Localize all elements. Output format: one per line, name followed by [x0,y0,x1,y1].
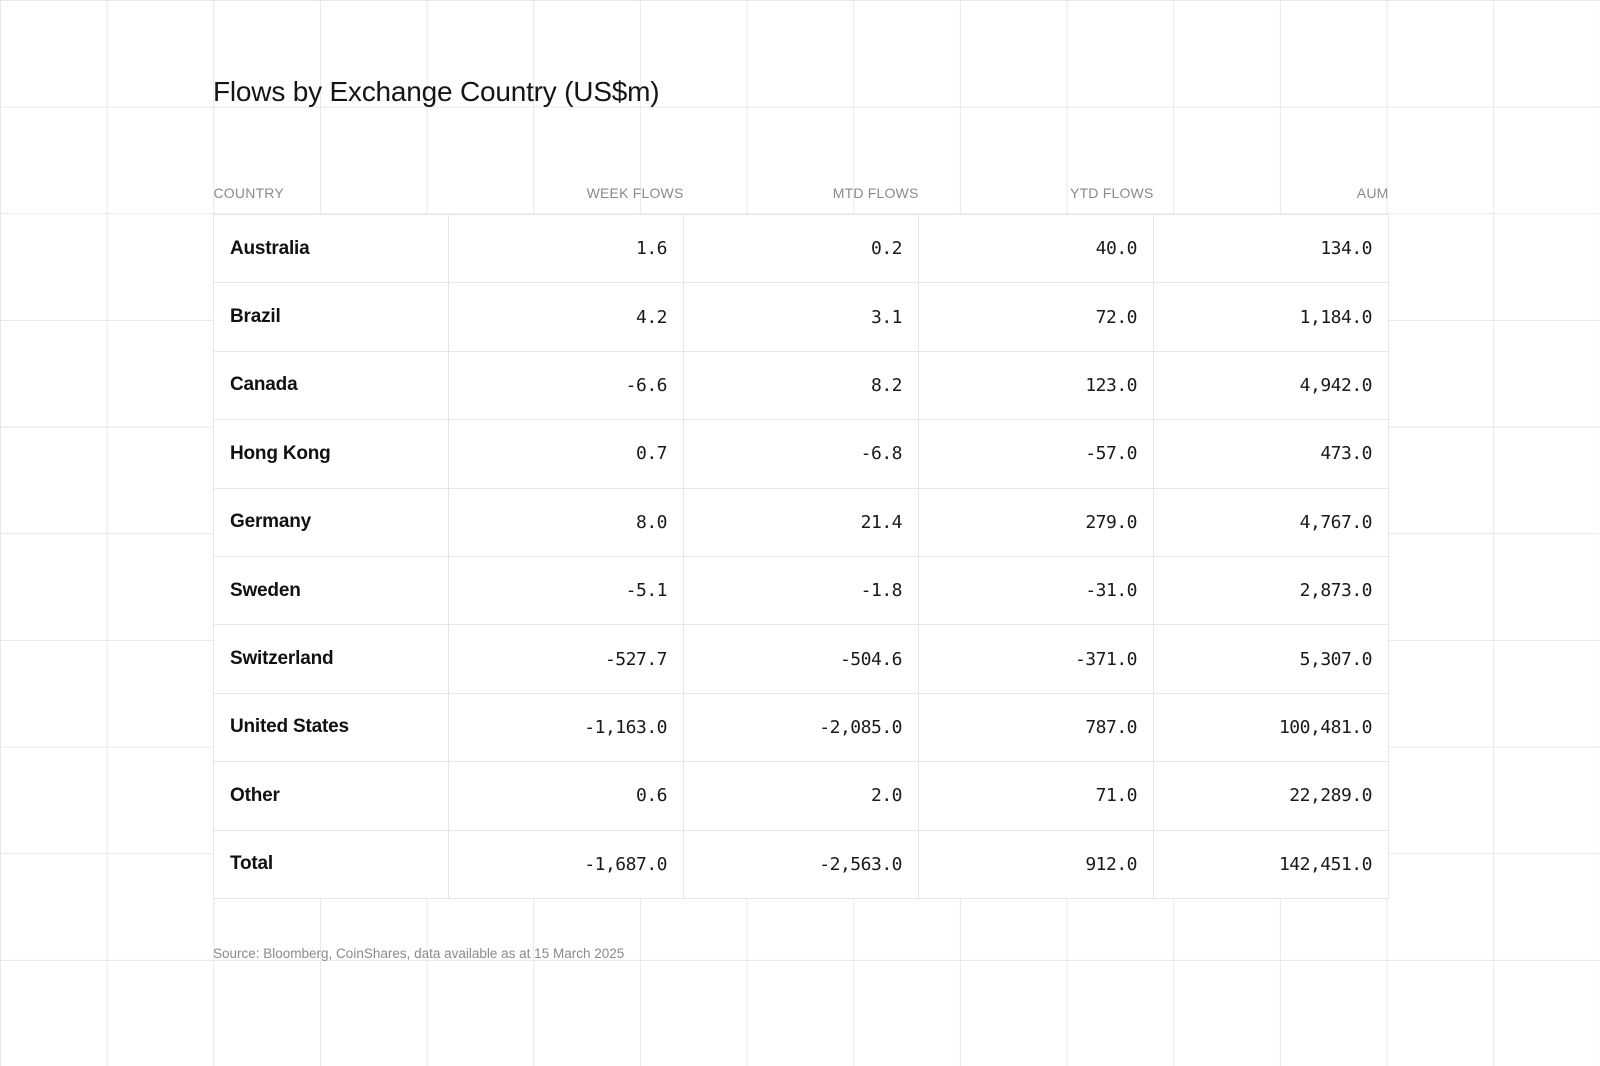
header-row: COUNTRY WEEK FLOWS MTD FLOWS YTD FLOWS A… [214,172,1389,215]
flows-table-container: COUNTRY WEEK FLOWS MTD FLOWS YTD FLOWS A… [213,172,1389,899]
cell-week-flows: 0.6 [448,761,684,831]
cell-week-flows: 0.7 [448,419,684,489]
cell-ytd-flows: 912.0 [918,829,1154,899]
cell-country-name: Australia [213,213,449,284]
cell-country-name: Total [213,829,449,899]
cell-week-flows: -527.7 [448,624,684,694]
cell-ytd-flows: 40.0 [918,213,1154,284]
cell-week-flows: 1.6 [448,213,684,284]
column-header-week-flows: WEEK FLOWS [586,185,684,201]
cell-ytd-flows: 72.0 [918,282,1154,352]
table-title: Flows by Exchange Country (US$m) [213,76,660,107]
cell-aum: 5,307.0 [1153,624,1389,694]
cell-mtd-flows: -504.6 [683,624,919,694]
cell-country-name: Sweden [213,555,449,626]
cell-country-name: Other [213,761,449,831]
cell-country-name: Canada [213,350,449,421]
cell-aum: 4,942.0 [1153,350,1389,421]
cell-mtd-flows: -2,085.0 [683,692,919,763]
table-row: Total -1,687.0 -2,563.0 912.0 142,451.0 [213,829,1389,899]
column-header-aum: AUM [1356,185,1389,201]
column-header-mtd-flows: MTD FLOWS [832,185,919,201]
cell-ytd-flows: 123.0 [918,350,1154,421]
cell-mtd-flows: 3.1 [683,282,919,352]
source-note: Source: Bloomberg, CoinShares, data avai… [213,946,625,961]
table-row: Hong Kong 0.7 -6.8 -57.0 473.0 [213,419,1389,489]
table-row: Switzerland -527.7 -504.6 -371.0 5,307.0 [213,624,1389,694]
table-row: Other 0.6 2.0 71.0 22,289.0 [213,761,1389,831]
column-header-country: COUNTRY [213,185,284,201]
cell-mtd-flows: -1.8 [683,555,919,626]
table-row: Sweden -5.1 -1.8 -31.0 2,873.0 [213,555,1389,626]
cell-ytd-flows: 279.0 [918,487,1154,557]
table-row: Australia 1.6 0.2 40.0 134.0 [213,213,1389,284]
cell-country-name: Switzerland [213,624,449,694]
cell-aum: 4,767.0 [1153,487,1389,557]
cell-mtd-flows: -2,563.0 [683,829,919,899]
cell-mtd-flows: 21.4 [683,487,919,557]
cell-mtd-flows: 8.2 [683,350,919,421]
cell-ytd-flows: 71.0 [918,761,1154,831]
cell-country-name: Hong Kong [213,419,449,489]
table-header: COUNTRY WEEK FLOWS MTD FLOWS YTD FLOWS A… [214,172,1389,215]
cell-country-name: Germany [213,487,449,557]
cell-country-name: Brazil [213,282,449,352]
cell-aum: 134.0 [1153,213,1389,284]
cell-mtd-flows: -6.8 [683,419,919,489]
cell-aum: 2,873.0 [1153,555,1389,626]
column-header-ytd-flows: YTD FLOWS [1070,185,1154,201]
cell-mtd-flows: 2.0 [683,761,919,831]
cell-ytd-flows: 787.0 [918,692,1154,763]
cell-week-flows: -5.1 [448,555,684,626]
cell-ytd-flows: -371.0 [918,624,1154,694]
cell-week-flows: -1,163.0 [448,692,684,763]
table-row: United States -1,163.0 -2,085.0 787.0 100,48… [213,692,1389,763]
table-body: Australia 1.6 0.2 40.0 134.0 Brazil 4.2 3.1 72.0… [213,213,1389,899]
cell-aum: 142,451.0 [1153,829,1389,899]
cell-country-name: United States [213,692,449,763]
cell-week-flows: -1,687.0 [448,829,684,899]
cell-ytd-flows: -57.0 [918,419,1154,489]
cell-aum: 100,481.0 [1153,692,1389,763]
table-row: Germany 8.0 21.4 279.0 4,767.0 [213,487,1389,557]
flows-table: COUNTRY WEEK FLOWS MTD FLOWS YTD FLOWS A… [213,172,1389,899]
cell-aum: 22,289.0 [1153,761,1389,831]
cell-week-flows: 4.2 [448,282,684,352]
cell-week-flows: 8.0 [448,487,684,557]
table-row: Brazil 4.2 3.1 72.0 1,184.0 [213,282,1389,352]
cell-week-flows: -6.6 [448,350,684,421]
table-row: Canada -6.6 8.2 123.0 4,942.0 [213,350,1389,421]
cell-mtd-flows: 0.2 [683,213,919,284]
cell-ytd-flows: -31.0 [918,555,1154,626]
cell-aum: 1,184.0 [1153,282,1389,352]
cell-aum: 473.0 [1153,419,1389,489]
